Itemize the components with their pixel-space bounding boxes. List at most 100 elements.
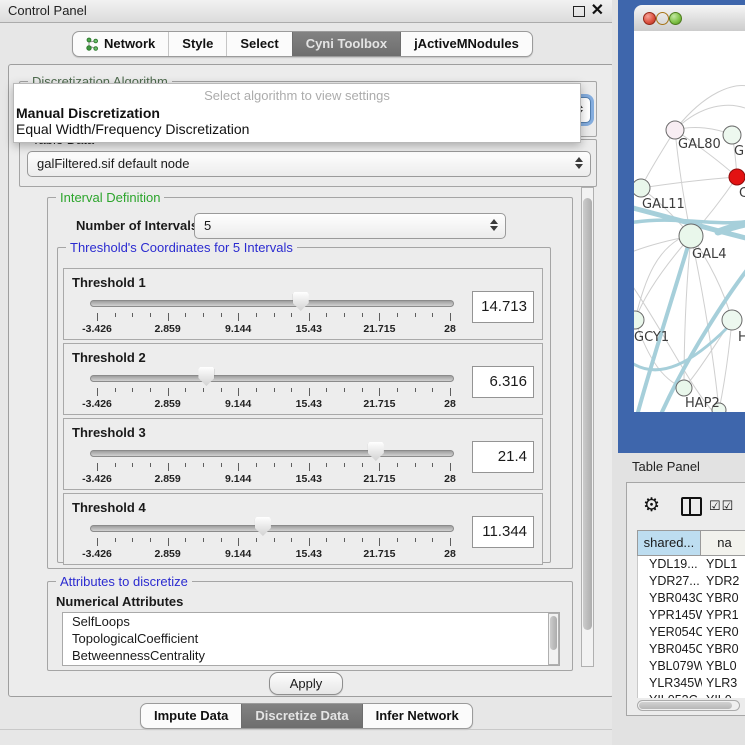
column-header-name[interactable]: na — [701, 531, 745, 555]
attributes-title: Attributes to discretize — [56, 574, 192, 589]
cell-shared-name[interactable]: YIL052C — [638, 692, 702, 698]
network-node-node-top-right[interactable] — [723, 126, 741, 144]
threshold-slider-thumb[interactable] — [293, 292, 309, 311]
threshold-box: Threshold 3 -3.4262.8599.14415.4321.7152… — [63, 418, 543, 490]
threshold-slider-track[interactable] — [90, 375, 454, 382]
threshold-slider-track[interactable] — [90, 450, 454, 457]
tab-select[interactable]: Select — [226, 32, 291, 56]
zoom-traffic-light[interactable] — [669, 12, 682, 25]
cell-name[interactable]: YPR1 — [702, 607, 745, 624]
attribute-item[interactable]: TopologicalCoefficient — [63, 630, 559, 647]
threshold-slider-thumb[interactable] — [368, 442, 384, 461]
gear-icon[interactable]: ⚙ — [643, 496, 660, 515]
tick-label: 21.715 — [363, 398, 395, 410]
minimize-traffic-light[interactable] — [656, 12, 669, 25]
tab-jactivemnodules[interactable]: jActiveMNodules — [400, 32, 532, 56]
network-node-GAL4[interactable] — [679, 224, 703, 248]
attribute-item[interactable]: SelfLoops — [63, 613, 559, 630]
numerical-attributes-list[interactable]: SelfLoopsTopologicalCoefficientBetweenne… — [62, 612, 560, 666]
tab-infer-network[interactable]: Infer Network — [362, 704, 472, 728]
tab-discretize-data[interactable]: Discretize Data — [241, 704, 361, 728]
table-row[interactable]: YIL052CYIL0 — [638, 692, 745, 698]
cell-shared-name[interactable]: YPR145W — [638, 607, 702, 624]
cell-name[interactable]: YBR0 — [702, 641, 745, 658]
threshold-value-field[interactable]: 21.4 — [472, 441, 534, 473]
cell-name[interactable]: YBL0 — [702, 658, 745, 675]
threshold-slider-thumb[interactable] — [198, 367, 214, 386]
network-node-GCY1[interactable] — [634, 311, 644, 329]
network-canvas[interactable]: GAL80GCGAL11GAL4GCY1HHAP2 — [634, 31, 745, 412]
split-columns-icon[interactable] — [681, 497, 702, 516]
column-header-shared[interactable]: shared... — [638, 531, 701, 555]
threshold-coordinates-group: Threshold's Coordinates for 5 Intervals … — [57, 247, 551, 563]
close-icon[interactable]: ✕ — [591, 1, 604, 21]
algorithm-popup-items: Manual DiscretizationEqual Width/Frequen… — [14, 105, 580, 137]
cell-shared-name[interactable]: YDR27... — [638, 573, 702, 590]
tick-label: 9.144 — [225, 398, 251, 410]
threshold-value-field[interactable]: 14.713 — [472, 291, 534, 323]
float-window-icon[interactable] — [573, 6, 585, 17]
number-of-intervals-value: 5 — [204, 218, 211, 233]
cell-shared-name[interactable]: YBR043C — [638, 590, 702, 607]
cell-name[interactable]: YER0 — [702, 624, 745, 641]
cell-name[interactable]: YBR0 — [702, 590, 745, 607]
network-node-node-right-mid[interactable] — [722, 310, 742, 330]
table-row[interactable]: YDR27...YDR2 — [638, 573, 745, 590]
network-canvas-svg: GAL80GCGAL11GAL4GCY1HHAP2 — [634, 31, 745, 412]
tab-cyni-toolbox[interactable]: Cyni Toolbox — [292, 32, 400, 56]
threshold-slider-ticks — [97, 313, 450, 322]
table-row[interactable]: YBR043CYBR0 — [638, 590, 745, 607]
threshold-slider-thumb[interactable] — [255, 517, 271, 536]
cell-name[interactable]: YIL0 — [702, 692, 745, 698]
algorithm-popup-item[interactable]: Equal Width/Frequency Discretization — [14, 121, 580, 137]
threshold-slider-track[interactable] — [90, 300, 454, 307]
cell-shared-name[interactable]: YLR345W — [638, 675, 702, 692]
close-traffic-light[interactable] — [643, 12, 656, 25]
tick-label: 28 — [444, 473, 456, 485]
tab-style[interactable]: Style — [168, 32, 226, 56]
apply-button[interactable]: Apply — [269, 672, 343, 695]
node-label-GAL11: GAL11 — [642, 197, 685, 212]
tab-impute-data[interactable]: Impute Data — [141, 704, 241, 728]
table-row[interactable]: YBL079WYBL0 — [638, 658, 745, 675]
table-rows[interactable]: YDL19...YDL1YDR27...YDR2YBR043CYBR0YPR14… — [637, 556, 745, 698]
cell-shared-name[interactable]: YER054C — [638, 624, 702, 641]
threshold-value-field[interactable]: 11.344 — [472, 516, 534, 548]
table-row[interactable]: YLR345WYLR3 — [638, 675, 745, 692]
tab-network[interactable]: Network — [73, 32, 168, 56]
network-node-GAL11[interactable] — [634, 179, 650, 197]
attribute-item[interactable]: BetweennessCentrality — [63, 647, 559, 664]
table-row[interactable]: YDL19...YDL1 — [638, 556, 745, 573]
cell-shared-name[interactable]: YDL19... — [638, 556, 702, 573]
attributes-scrollbar[interactable] — [548, 613, 559, 665]
network-window-frame[interactable]: GAL80GCGAL11GAL4GCY1HHAP2 — [618, 0, 745, 453]
network-window-titlebar[interactable] — [634, 5, 745, 32]
threshold-value-field[interactable]: 6.316 — [472, 366, 534, 398]
table-row[interactable]: YER054CYER0 — [638, 624, 745, 641]
table-row[interactable]: YBR045CYBR0 — [638, 641, 745, 658]
threshold-box: Threshold 1 -3.4262.8599.14415.4321.7152… — [63, 268, 543, 340]
tick-label: -3.426 — [82, 548, 112, 560]
cell-shared-name[interactable]: YBL079W — [638, 658, 702, 675]
cell-shared-name[interactable]: YBR045C — [638, 641, 702, 658]
cell-name[interactable]: YDL1 — [702, 556, 745, 573]
combo-arrows-icon — [490, 219, 498, 231]
cell-name[interactable]: YDR2 — [702, 573, 745, 590]
threshold-label: Threshold 4 — [72, 500, 146, 515]
algorithm-popup-item[interactable]: Manual Discretization — [14, 105, 580, 121]
table-data-combo[interactable]: galFiltered.sif default node — [27, 151, 591, 177]
network-node-HAP2[interactable] — [676, 380, 692, 396]
table-row[interactable]: YPR145WYPR1 — [638, 607, 745, 624]
threshold-slider-track[interactable] — [90, 525, 454, 532]
control-panel-titlebar: Control Panel ✕ — [0, 0, 612, 23]
top-tabs: NetworkStyleSelectCyni ToolboxjActiveMNo… — [72, 31, 533, 57]
tick-label: 15.43 — [296, 398, 322, 410]
table-horizontal-scrollbar[interactable] — [637, 700, 740, 711]
threshold-slider-tick-labels: -3.4262.8599.14415.4321.71528 — [97, 323, 450, 335]
number-of-intervals-combo[interactable]: 5 — [194, 213, 506, 239]
threshold-label: Threshold 1 — [72, 275, 146, 290]
select-columns-icon[interactable]: ☑☑ — [709, 498, 734, 514]
cell-name[interactable]: YLR3 — [702, 675, 745, 692]
network-node-node-red[interactable] — [729, 169, 745, 185]
panel-scrollbar[interactable] — [581, 187, 594, 667]
